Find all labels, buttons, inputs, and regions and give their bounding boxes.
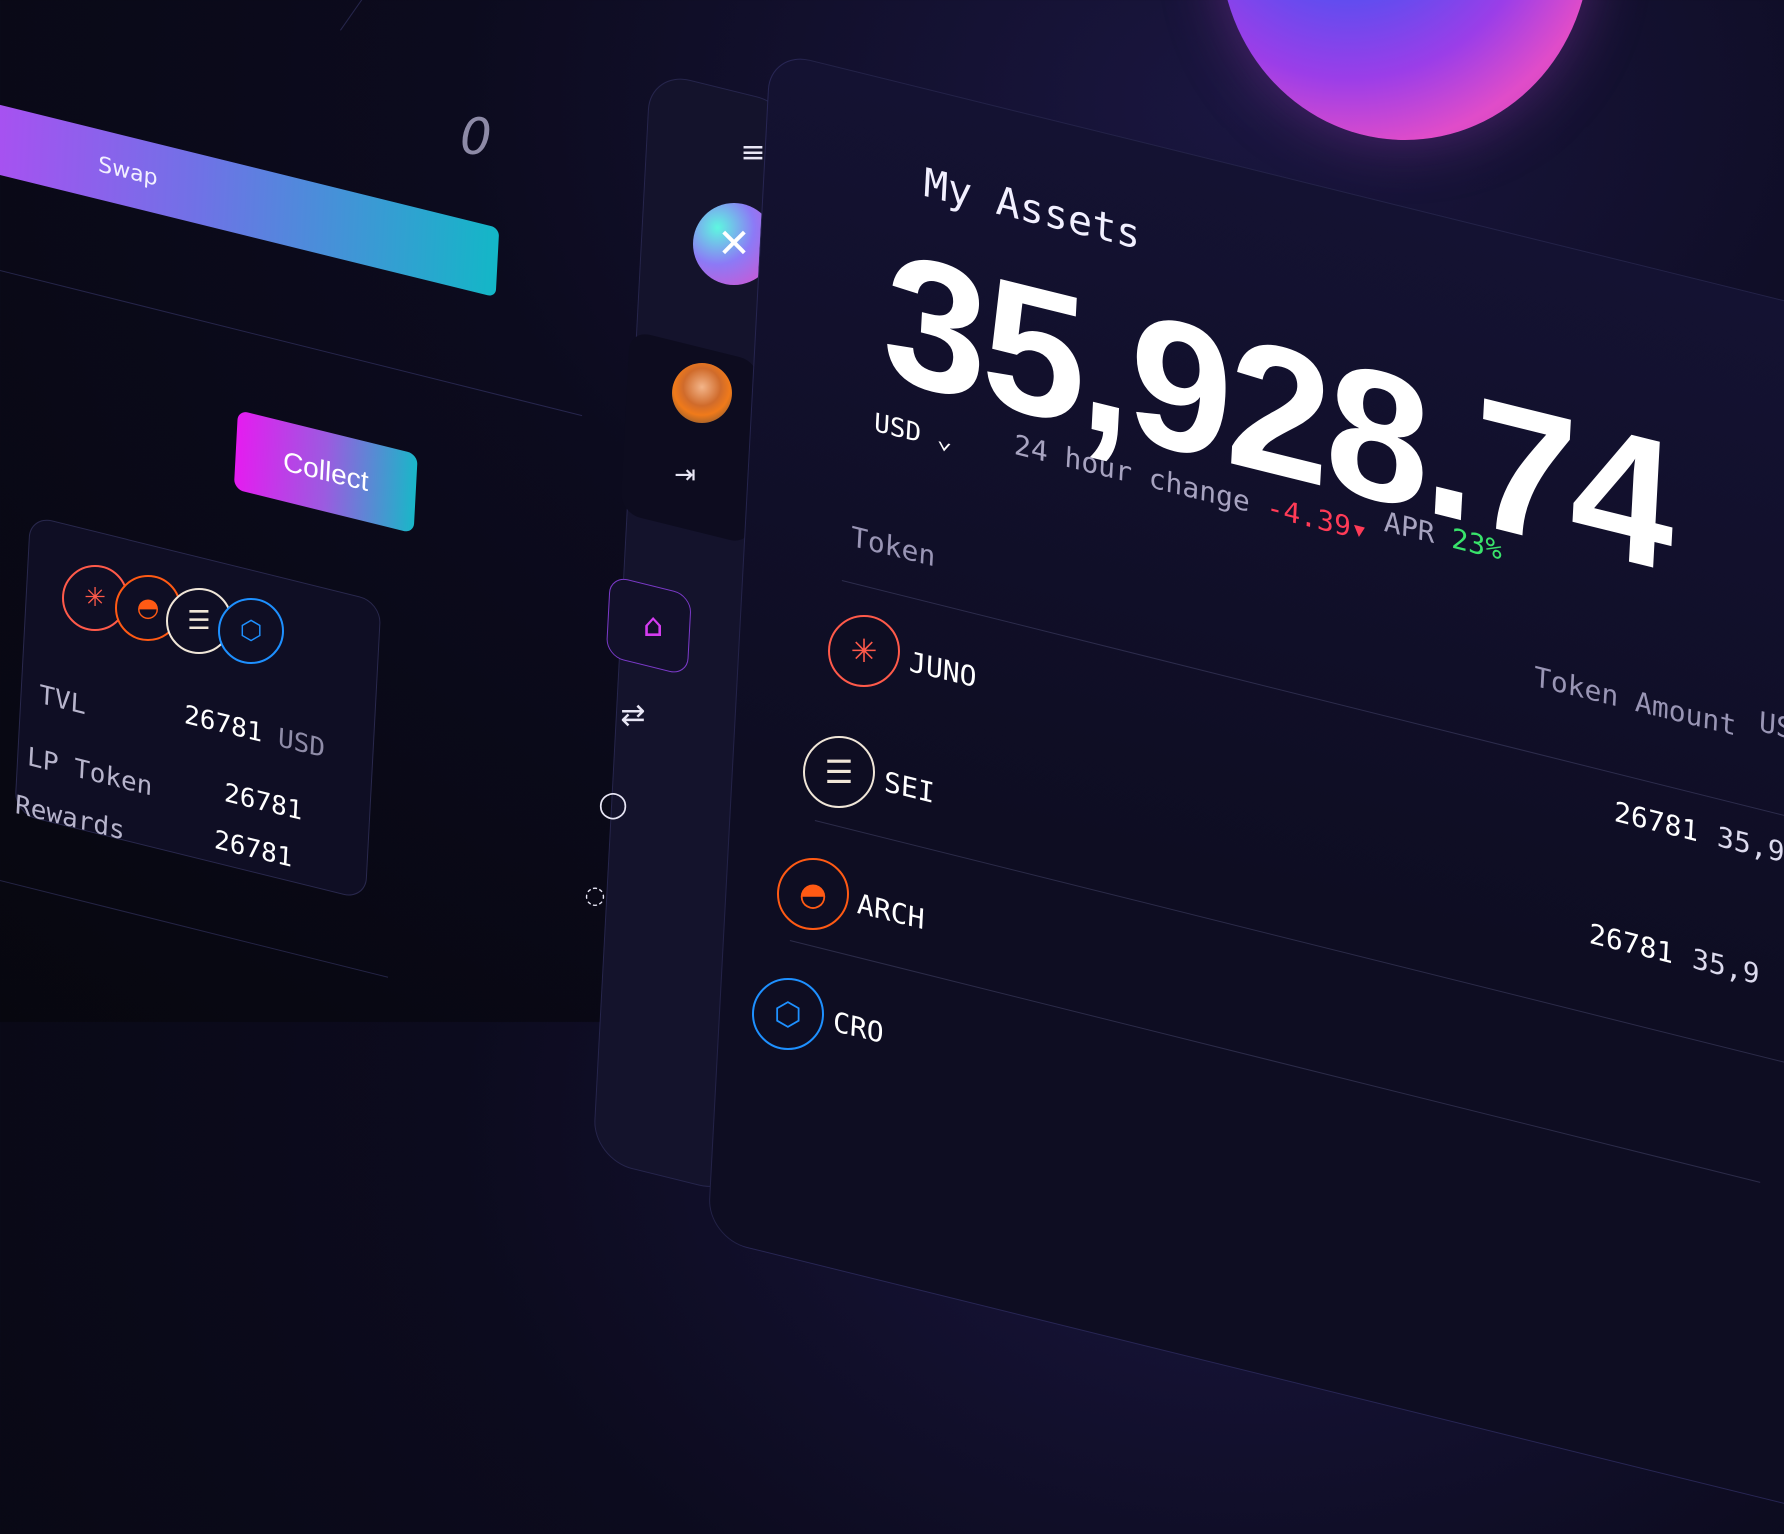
home-icon[interactable]: ⌂ (628, 600, 678, 650)
logout-icon[interactable]: ⇥ (660, 450, 710, 500)
avatar[interactable] (672, 363, 732, 423)
juno-icon: ✳ (828, 615, 900, 687)
swap-amount: 0 (460, 108, 492, 166)
chevron-down-icon: ⌄ (935, 423, 954, 457)
cro-icon: ⬡ (218, 598, 284, 664)
chat-icon[interactable]: ◌ (570, 870, 620, 920)
sei-icon: ☰ (803, 736, 875, 808)
drop-icon[interactable]: ◯ (588, 780, 638, 830)
divider-line (340, 0, 364, 31)
decorative-orb (1220, 0, 1590, 140)
divider-line (0, 880, 389, 978)
swap-arrows-icon[interactable]: ⇄ (608, 690, 658, 740)
swap-label: Swap (97, 151, 159, 192)
cro-icon: ⬡ (752, 978, 824, 1050)
down-arrow-icon: ▾ (1349, 511, 1369, 548)
user-section (620, 330, 760, 545)
arch-icon: ◓ (777, 858, 849, 930)
